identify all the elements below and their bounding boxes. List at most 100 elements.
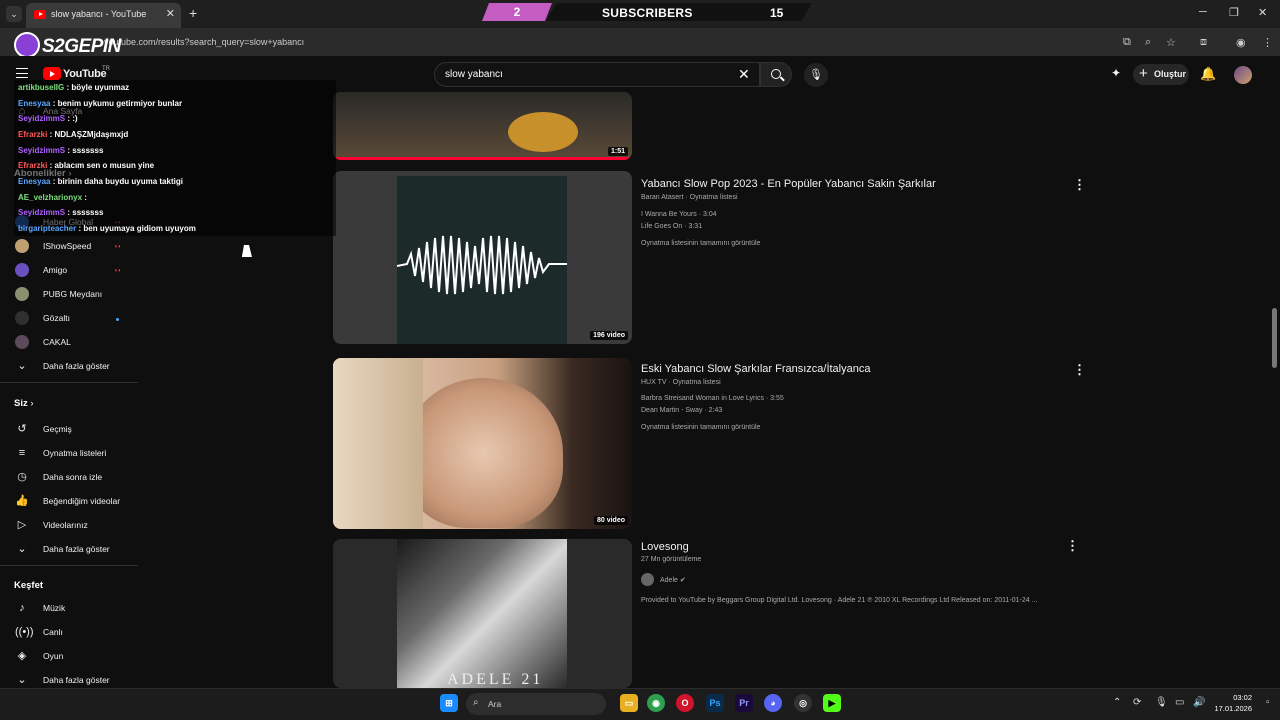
more-options-icon[interactable]: ⋮	[1073, 362, 1086, 378]
sidebar-item[interactable]: 👍 Beğendiğim videolar	[0, 491, 138, 513]
kick-icon[interactable]: ▶	[823, 694, 841, 712]
opera-icon[interactable]: O	[676, 694, 694, 712]
live-indicator-icon: ◖◗	[114, 268, 122, 274]
you-header[interactable]: Siz ›	[14, 398, 34, 409]
maximize-button[interactable]: ❐	[1229, 6, 1239, 19]
notification-center-icon[interactable]: ▫	[1266, 697, 1270, 708]
sidebar-item[interactable]: IShowSpeed ◖◗	[0, 236, 138, 258]
sidebar-item[interactable]: ⌄ Daha fazla göster	[0, 356, 138, 378]
new-tab-button[interactable]: +	[189, 5, 197, 21]
portrait-face	[403, 378, 563, 528]
bookmark-star-icon[interactable]: ☆	[1166, 36, 1176, 49]
playlist-count: 80 video	[593, 516, 628, 525]
result-title[interactable]: Lovesong	[641, 541, 689, 553]
sidebar-item[interactable]: CAKAL	[0, 332, 138, 354]
zoom-icon[interactable]: ⌕	[1145, 36, 1151, 49]
windows-start-icon[interactable]: ⊞	[440, 694, 458, 712]
avatar[interactable]	[1234, 66, 1252, 84]
sidebar-item[interactable]: ◈ Oyun	[0, 646, 138, 668]
more-options-icon[interactable]: ⋮	[1066, 538, 1079, 554]
result-channel-meta[interactable]: HUX TV · Oynatma listesi	[641, 379, 721, 386]
sidebar-item-label: Geçmiş	[43, 424, 72, 434]
explore-header[interactable]: Keşfet	[14, 580, 43, 591]
install-app-icon[interactable]: ⧉	[1123, 36, 1131, 49]
scrollbar[interactable]	[1272, 60, 1278, 688]
microphone-icon[interactable]: 🎙	[804, 63, 828, 87]
url-field[interactable]: youtube.com/results?search_query=slow+ya…	[104, 37, 304, 47]
sidebar-item[interactable]: ▷ Videolarınız	[0, 515, 138, 537]
mic-tray-icon[interactable]: 🎙	[1155, 697, 1168, 708]
more-options-icon[interactable]: ⋮	[1073, 177, 1086, 193]
search-box[interactable]	[434, 62, 760, 87]
sparkle-icon[interactable]: ✦	[1111, 66, 1121, 80]
channel-name[interactable]: Adele ✔	[660, 576, 686, 584]
browser-tab[interactable]: slow yabancı - YouTube ✕	[26, 3, 181, 28]
tab-search-button[interactable]: ⌄	[6, 6, 22, 22]
history-icon: ↺	[17, 423, 27, 435]
sidebar-item[interactable]: ((•)) Canlı	[0, 622, 138, 644]
album-art-text: ADELE 21	[447, 671, 544, 688]
chat-username: Enesyaa	[18, 99, 51, 108]
playlist-song[interactable]: Barbra Streisand Woman in Love Lyrics · …	[641, 395, 784, 402]
chrome-icon[interactable]: ◉	[647, 694, 665, 712]
file-explorer-icon[interactable]: ▭	[620, 694, 638, 712]
clear-search-icon[interactable]: ✕	[738, 66, 750, 83]
view-full-playlist-link[interactable]: Oynatma listesinin tamamını görüntüle	[641, 424, 760, 431]
video-thumbnail[interactable]: ADELE 21	[333, 539, 632, 688]
network-icon[interactable]: ▭	[1175, 697, 1184, 708]
premiere-icon[interactable]: Pr	[735, 694, 753, 712]
chat-text: : NDLAŞZMjdaşmxjd	[49, 130, 129, 139]
playlist-thumbnail[interactable]: 80 video	[333, 358, 632, 529]
menu-icon[interactable]	[16, 68, 28, 78]
playlists-icon: ≡	[18, 447, 26, 459]
search-input[interactable]	[445, 69, 725, 80]
playlist-song[interactable]: Dean Martin - Sway · 2:43	[641, 407, 722, 414]
sidebar-item[interactable]: PUBG Meydanı	[0, 284, 138, 306]
sidebar-item[interactable]: ≡ Oynatma listeleri	[0, 443, 138, 465]
search-button[interactable]	[760, 62, 792, 87]
playlist-song[interactable]: I Wanna Be Yours · 3:04	[641, 211, 717, 218]
obs-icon[interactable]: ◎	[794, 694, 812, 712]
guitar-shape	[508, 112, 578, 152]
chat-text: : birinin daha buydu uyuma taktigi	[52, 177, 183, 186]
sidebar-item[interactable]: Amigo ◖◗	[0, 260, 138, 282]
result-title[interactable]: Eski Yabancı Slow Şarkılar Fransızca/İta…	[641, 363, 870, 375]
sidebar-item-label: Daha fazla göster	[43, 544, 110, 554]
sidebar-item-label: Videolarınız	[43, 520, 88, 530]
profile-icon[interactable]: ◉	[1236, 36, 1246, 49]
minimize-button[interactable]: ─	[1199, 6, 1207, 18]
scrollbar-thumb[interactable]	[1272, 308, 1277, 368]
taskbar-search[interactable]: ⌕ Ara	[466, 693, 606, 715]
clock-date[interactable]: 17.01.2026	[1198, 704, 1252, 713]
your-videos-icon: ▷	[17, 519, 27, 531]
channel-avatar[interactable]	[641, 573, 654, 586]
close-window-button[interactable]: ✕	[1258, 6, 1267, 19]
browser-menu-icon[interactable]: ⋮	[1262, 36, 1273, 49]
result-title[interactable]: Yabancı Slow Pop 2023 - En Popüler Yaban…	[641, 178, 936, 190]
sidebar-item[interactable]: ⌄ Daha fazla göster	[0, 539, 138, 561]
video-thumbnail[interactable]: 1:51	[333, 92, 632, 160]
photoshop-icon[interactable]: Ps	[706, 694, 724, 712]
chat-text: : sssssss	[67, 146, 104, 155]
create-button[interactable]: + Oluştur	[1133, 64, 1189, 85]
tab-close-icon[interactable]: ✕	[166, 7, 175, 20]
sidebar-item[interactable]: Gözaltı	[0, 308, 138, 330]
sidebar-item[interactable]: ♪ Müzik	[0, 598, 138, 620]
playlist-thumbnail[interactable]: 196 video	[333, 171, 632, 344]
discord-icon[interactable]: ◕	[764, 694, 782, 712]
subscriber-label: SUBSCRIBERS	[602, 6, 693, 20]
sidebar-item[interactable]: ↺ Geçmiş	[0, 419, 138, 441]
notifications-bell-icon[interactable]: 🔔	[1200, 66, 1216, 82]
result-channel-meta[interactable]: Baran Atasert · Oynatma listesi	[641, 194, 738, 201]
extensions-icon[interactable]: ⧈	[1200, 36, 1207, 49]
view-full-playlist-link[interactable]: Oynatma listesinin tamamını görüntüle	[641, 240, 760, 247]
chat-text: : benim uykumu getirmiyor bunlar	[52, 99, 183, 108]
clock-time[interactable]: 03:02	[1212, 693, 1252, 702]
sidebar-item[interactable]: ◷ Daha sonra izle	[0, 467, 138, 489]
youtube-logo-icon[interactable]	[43, 67, 61, 80]
chat-text: : ben uyumaya gidiom uyuyom	[78, 224, 196, 233]
sync-icon[interactable]: ⟳	[1133, 697, 1141, 708]
playlist-song[interactable]: Life Goes On · 3:31	[641, 223, 702, 230]
youtube-logo-text[interactable]: YouTube	[63, 68, 107, 80]
tray-chevron-icon[interactable]: ⌃	[1113, 697, 1121, 708]
